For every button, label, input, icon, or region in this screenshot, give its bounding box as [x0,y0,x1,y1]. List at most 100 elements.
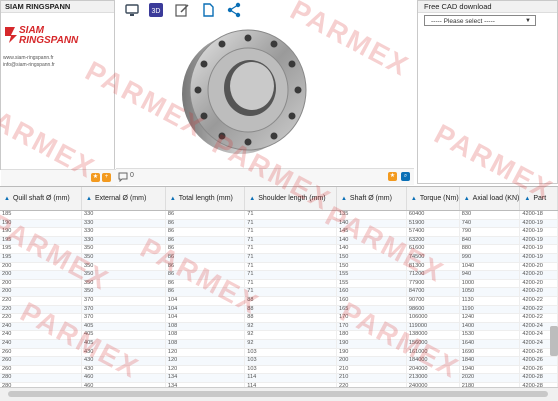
3d-view-icon[interactable]: 3D [148,2,164,18]
comment-icon[interactable] [118,172,128,182]
table-cell: 195 [0,253,82,263]
cad-format-select[interactable]: ----- Please select ----- ▼ [424,15,536,26]
table-cell: 155 [336,270,407,280]
table-row[interactable]: 240 405 108 92 170 119000 1400 4200-24 [0,322,558,332]
table-cell: 161000 [406,348,460,358]
column-header[interactable]: ▲ External Ø (mm) [81,187,166,211]
star-icon[interactable]: ★ [91,173,100,182]
table-cell: 1000 [459,279,521,289]
table-cell: 260 [0,348,82,358]
sort-icon[interactable]: ▲ [170,196,176,202]
edit-icon[interactable] [174,2,190,18]
table-cell: 405 [81,339,166,349]
zoom-icon[interactable]: ⌕ [401,172,410,181]
table-row[interactable]: 190 330 86 71 145 57400 790 4200-19 [0,227,558,237]
column-header[interactable]: ▲ Shaft Ø (mm) [336,187,407,211]
table-cell: 200 [0,270,82,280]
table-row[interactable]: 200 350 86 71 160 84700 1050 4200-20 [0,287,558,297]
table-cell: 830 [459,210,521,220]
sort-icon[interactable]: ▲ [341,196,347,202]
table-cell: 220 [0,313,82,323]
table-cell: 108 [165,339,246,349]
table-cell: 350 [81,262,166,272]
add-icon[interactable]: + [102,173,111,182]
sort-icon[interactable]: ▲ [249,196,255,202]
table-row[interactable]: 195 350 86 71 150 74500 990 4200-19 [0,253,558,263]
table-cell: 120 [165,365,246,375]
table-cell: 84700 [406,287,460,297]
table-row[interactable]: 200 350 86 71 155 71200 940 4200-20 [0,270,558,280]
sort-icon[interactable]: ▲ [464,196,470,202]
table-cell: 140 [336,244,407,254]
column-header[interactable]: ▲ Axial load (KN) [459,187,521,211]
table-cell: 86 [165,270,246,280]
table-cell: 1240 [459,313,521,323]
table-row[interactable]: 200 350 86 71 150 81300 1040 4200-20 [0,262,558,272]
table-row[interactable]: 190 330 86 71 140 51900 740 4200-19 [0,219,558,229]
table-cell: 940 [459,270,521,280]
brand-footer-bar: ★ + [1,169,116,186]
column-header[interactable]: ▲ Total length (mm) [165,187,246,211]
sort-icon[interactable]: ▲ [86,196,92,202]
table-cell: 1530 [459,330,521,340]
table-cell: 1040 [459,262,521,272]
table-cell: 119000 [406,322,460,332]
table-cell: 71 [244,236,337,246]
table-row[interactable]: 185 330 86 71 135 60400 830 4200-18 [0,210,558,220]
table-cell: 1640 [459,339,521,349]
table-cell: 145 [336,227,407,237]
sort-icon[interactable]: ▲ [4,196,10,202]
table-cell: 86 [165,227,246,237]
table-row[interactable]: 260 430 120 103 200 184000 1840 4200-26 [0,356,558,366]
share-icon[interactable] [226,2,242,18]
table-cell: 1690 [459,348,521,358]
table-cell: 430 [81,348,166,358]
favorite-icon[interactable]: ★ [388,172,397,181]
table-cell: 370 [81,305,166,315]
sort-icon[interactable]: ▲ [524,196,530,202]
table-cell: 160 [336,296,407,306]
table-row[interactable]: 260 430 120 103 210 204000 1940 4200-26 [0,365,558,375]
table-cell: 77900 [406,279,460,289]
column-header[interactable]: ▲ Quill shaft Ø (mm) [0,187,82,211]
table-cell: 4200-19 [519,253,558,263]
horizontal-scrollbar[interactable] [0,387,558,401]
table-cell: 104 [165,305,246,315]
table-row[interactable]: 280 460 134 114 210 213000 2020 4200-28 [0,373,558,383]
column-header[interactable]: ▲ Torque (Nm) [406,187,460,211]
brand-panel: SIAM RINGSPANN SIAM RINGSPANN www.siam-r… [0,0,116,186]
table-row[interactable]: 195 350 86 71 140 61600 880 4200-19 [0,244,558,254]
table-cell: 71 [244,253,337,263]
table-row[interactable]: 200 350 86 71 155 77900 1000 4200-20 [0,279,558,289]
table-cell: 71 [244,219,337,229]
sort-icon[interactable]: ▲ [411,196,417,202]
monitor-icon[interactable] [124,2,140,18]
product-viewer: 3D 0 ★ ⌕ [116,0,414,185]
table-cell: 210 [336,365,407,375]
siam-ringspann-logo[interactable]: SIAM RINGSPANN [3,23,113,45]
table-row[interactable]: 220 370 104 88 165 98600 1190 4200-22 [0,305,558,315]
column-header[interactable]: ▲ Shoulder length (mm) [244,187,337,211]
table-cell: 260 [0,365,82,375]
table-row[interactable]: 240 405 108 92 190 156000 1640 4200-24 [0,339,558,349]
table-cell: 213000 [406,373,460,383]
horizontal-scrollbar-thumb[interactable] [8,391,548,397]
table-cell: 350 [81,287,166,297]
table-row[interactable]: 220 370 104 88 160 90700 1130 4200-22 [0,296,558,306]
table-cell: 4200-20 [519,279,558,289]
table-cell: 190 [336,348,407,358]
table-row[interactable]: 220 370 104 88 170 106000 1240 4200-22 [0,313,558,323]
document-icon[interactable] [200,2,216,18]
website-link[interactable]: www.siam-ringspann.fr [3,55,54,61]
table-cell: 4200-22 [519,313,558,323]
column-header[interactable]: ▲ Part [519,187,558,211]
table-cell: 240 [0,330,82,340]
table-cell: 790 [459,227,521,237]
email-link[interactable]: info@siam-ringspann.fr [3,62,55,68]
table-row[interactable]: 240 405 108 92 180 138000 1530 4200-24 [0,330,558,340]
vertical-scrollbar[interactable] [550,326,558,356]
table-row[interactable]: 260 430 120 103 190 161000 1690 4200-26 [0,348,558,358]
table-cell: 200 [0,279,82,289]
table-row[interactable]: 195 330 86 71 140 63200 840 4200-19 [0,236,558,246]
table-cell: 190 [336,339,407,349]
